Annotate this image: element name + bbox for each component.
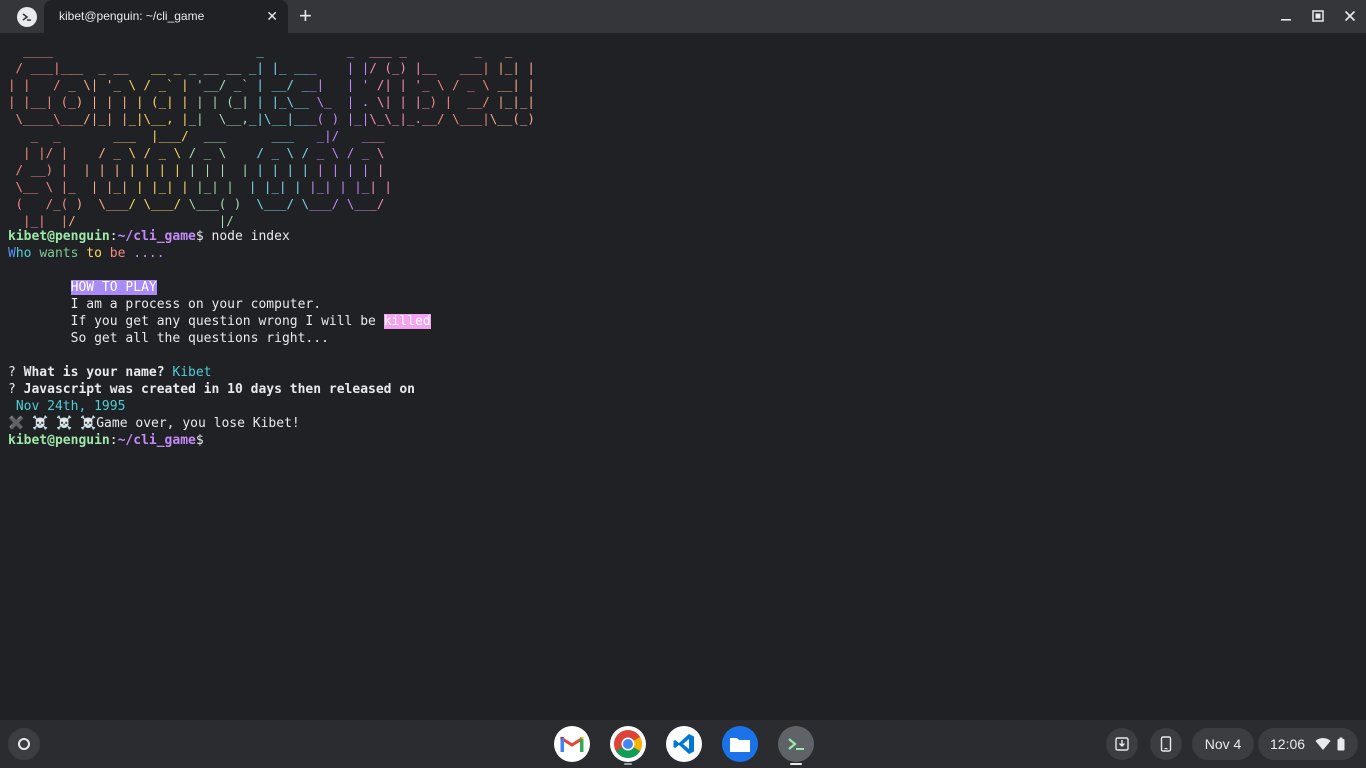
info-line-3: So get all the questions right... xyxy=(70,331,329,346)
terminal-open-indicator xyxy=(790,763,802,765)
minimize-icon[interactable] xyxy=(1278,8,1294,24)
command-text: node index xyxy=(203,229,290,244)
launcher-button[interactable] xyxy=(8,728,40,760)
rainbow-title: Who wants to be .... xyxy=(8,245,431,262)
command-line: kibet@penguin:~/cli_game$ node index xyxy=(8,229,290,244)
info-line-2: If you get any question wrong I will be … xyxy=(70,314,431,329)
ascii-art-line: / ___|___ _ __ __ _ _ __ __ _| |_ ___ | … xyxy=(8,60,535,75)
close-window-icon[interactable] xyxy=(1342,8,1358,24)
answer-2: Nov 24th, 1995 xyxy=(15,399,126,414)
rainbow-segment: .... xyxy=(133,246,165,261)
answer-1: Kibet xyxy=(172,365,212,380)
how-to-play-line: HOW TO PLAY xyxy=(8,279,431,296)
info-line-1: I am a process on your computer. xyxy=(70,297,322,312)
terminal-shelf-icon[interactable] xyxy=(778,726,814,762)
ascii-art-line: \____\___/|_| |_|\__, |_| \__,_|\__|___(… xyxy=(8,111,535,126)
vscode-icon[interactable] xyxy=(666,726,702,762)
date-tray[interactable]: Nov 4 xyxy=(1192,728,1254,760)
question-1: ? What is your name? Kibet xyxy=(8,365,212,380)
close-tab-icon[interactable]: ✕ xyxy=(266,8,278,24)
files-icon[interactable] xyxy=(722,726,758,762)
ascii-art-line: \__ \ |_ | |_| | |_| | |_| | | |_| | |_|… xyxy=(8,179,392,194)
gmail-icon[interactable] xyxy=(554,726,590,762)
rainbow-segment: ho xyxy=(15,246,40,261)
rainbow-segment: wants xyxy=(39,246,87,261)
battery-icon xyxy=(1337,737,1345,751)
prompt-line: kibet@penguin:~/cli_game$ xyxy=(8,432,431,449)
ascii-art-line: |_| |/ |/ xyxy=(8,213,249,228)
ascii-art-line: ( /_( ) \___/ \___/ \___( ) \___/ \___/ … xyxy=(8,196,392,211)
terminal-tab[interactable]: kibet@penguin: ~/cli_game ✕ xyxy=(44,0,288,33)
ascii-art-line: _ _ ___ |___/ ___ ___ _|/ ___ xyxy=(8,128,400,143)
ascii-art-banner: ____ _ _ ___ _ _ _ / ___|___ _ __ __ _ _… xyxy=(8,42,535,229)
ascii-art-line: | | / _ \| '_ \ / _` | '__/ _` | __/ __|… xyxy=(8,77,535,92)
rainbow-segment: to xyxy=(86,246,110,261)
chrome-icon[interactable] xyxy=(610,726,646,762)
rainbow-segment: be xyxy=(109,246,134,261)
killed-highlight: killed xyxy=(383,314,431,329)
rainbow-segment: W xyxy=(8,246,16,261)
how-to-play-heading: HOW TO PLAY xyxy=(70,280,157,295)
ascii-art-line: | |/ | / _ \ / _ \ / _ \ / _ \ / _ \ / _… xyxy=(8,145,392,160)
terminal-output[interactable]: ____ _ _ ___ _ _ _ / ___|___ _ __ __ _ _… xyxy=(0,33,1366,720)
holding-space-icon[interactable] xyxy=(1106,728,1138,760)
new-tab-button[interactable]: + xyxy=(299,4,312,28)
status-tray[interactable]: 12:06 xyxy=(1258,728,1358,760)
ascii-art-line: / __) | | | | | | | | | | | | | | | | | … xyxy=(8,162,385,177)
chrome-open-indicator xyxy=(624,763,632,765)
terminal-app-icon xyxy=(17,7,37,27)
wifi-icon xyxy=(1315,738,1331,750)
ascii-art-line: | |__| (_) | | | | (_| | | | (_| | |_\__… xyxy=(8,94,535,109)
game-over-line: ✖️ ☠️ ☠️ ☠️Game over, you lose Kibet! xyxy=(8,416,300,431)
restore-icon[interactable] xyxy=(1310,8,1326,24)
phone-hub-icon[interactable] xyxy=(1150,728,1182,760)
answer-2-line: Nov 24th, 1995 xyxy=(8,398,431,415)
window-title-bar: kibet@penguin: ~/cli_game ✕ + xyxy=(0,0,1366,33)
ascii-art-line: ____ _ _ ___ _ _ _ xyxy=(8,43,520,58)
text-cursor xyxy=(204,432,212,447)
skull-icons: ✖️ ☠️ ☠️ ☠️ xyxy=(8,416,97,431)
clock: 12:06 xyxy=(1270,736,1306,752)
launcher-icon xyxy=(18,738,30,750)
shelf: Nov 4 12:06 xyxy=(0,720,1366,768)
tab-title: kibet@penguin: ~/cli_game xyxy=(59,9,205,23)
question-2: ? Javascript was created in 10 days then… xyxy=(8,382,415,397)
